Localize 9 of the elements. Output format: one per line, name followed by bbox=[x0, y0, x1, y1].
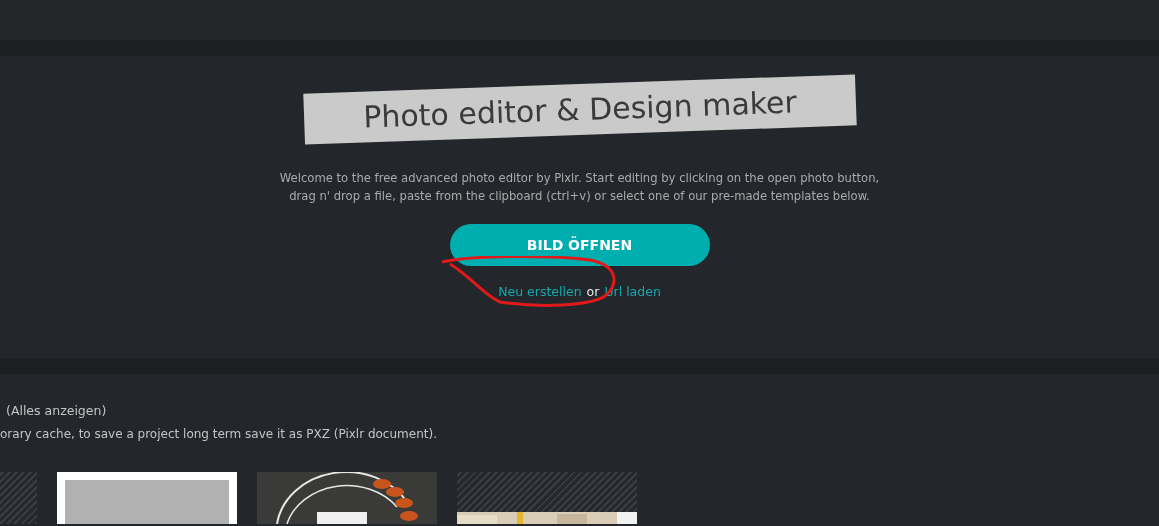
template-thumbnail[interactable] bbox=[457, 472, 637, 524]
hero-title: Photo editor & Design maker bbox=[302, 74, 857, 145]
or-text: or bbox=[586, 284, 600, 299]
hero-description: Welcome to the free advanced photo editor by Pixlr. Start editing by clicking on the open photo button, drag n' drop a file, paste from the clipboard (ctrl+v) or select one of our pre-made templates below. bbox=[278, 170, 881, 205]
cache-note: orary cache, to save a project long term save it as PXZ (Pixlr document). bbox=[0, 427, 438, 441]
open-image-button[interactable]: BILD ÖFFNEN bbox=[449, 224, 710, 266]
show-all-link[interactable]: (Alles anzeigen) bbox=[6, 403, 107, 418]
template-thumbnail[interactable] bbox=[57, 472, 237, 524]
create-new-link[interactable]: Neu erstellen bbox=[498, 284, 582, 299]
